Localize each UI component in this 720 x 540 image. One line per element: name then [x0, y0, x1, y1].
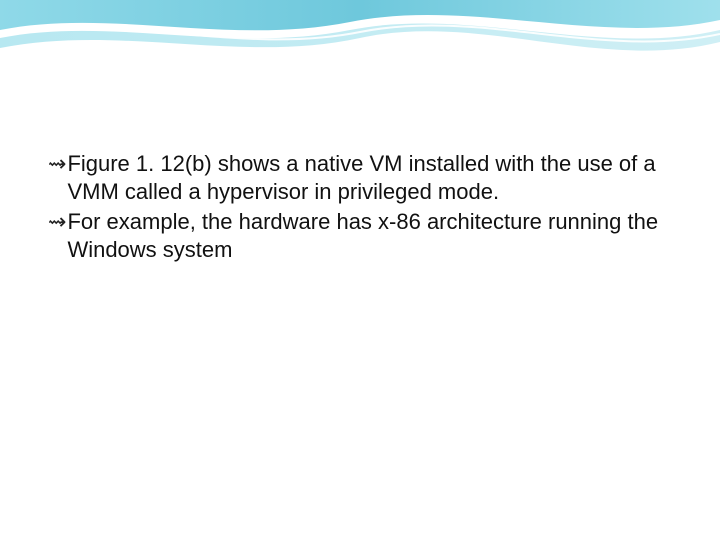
bullet-text: Figure 1. 12(b) shows a native VM instal…	[67, 150, 672, 206]
bullet-text: For example, the hardware has x-86 archi…	[67, 208, 672, 264]
bullet-item: ⇝ For example, the hardware has x-86 arc…	[48, 208, 672, 264]
bullet-glyph: ⇝	[48, 150, 66, 178]
bullet-glyph: ⇝	[48, 208, 66, 236]
slide-body: ⇝ Figure 1. 12(b) shows a native VM inst…	[48, 150, 672, 266]
top-wave-banner	[0, 0, 720, 90]
bullet-item: ⇝ Figure 1. 12(b) shows a native VM inst…	[48, 150, 672, 206]
